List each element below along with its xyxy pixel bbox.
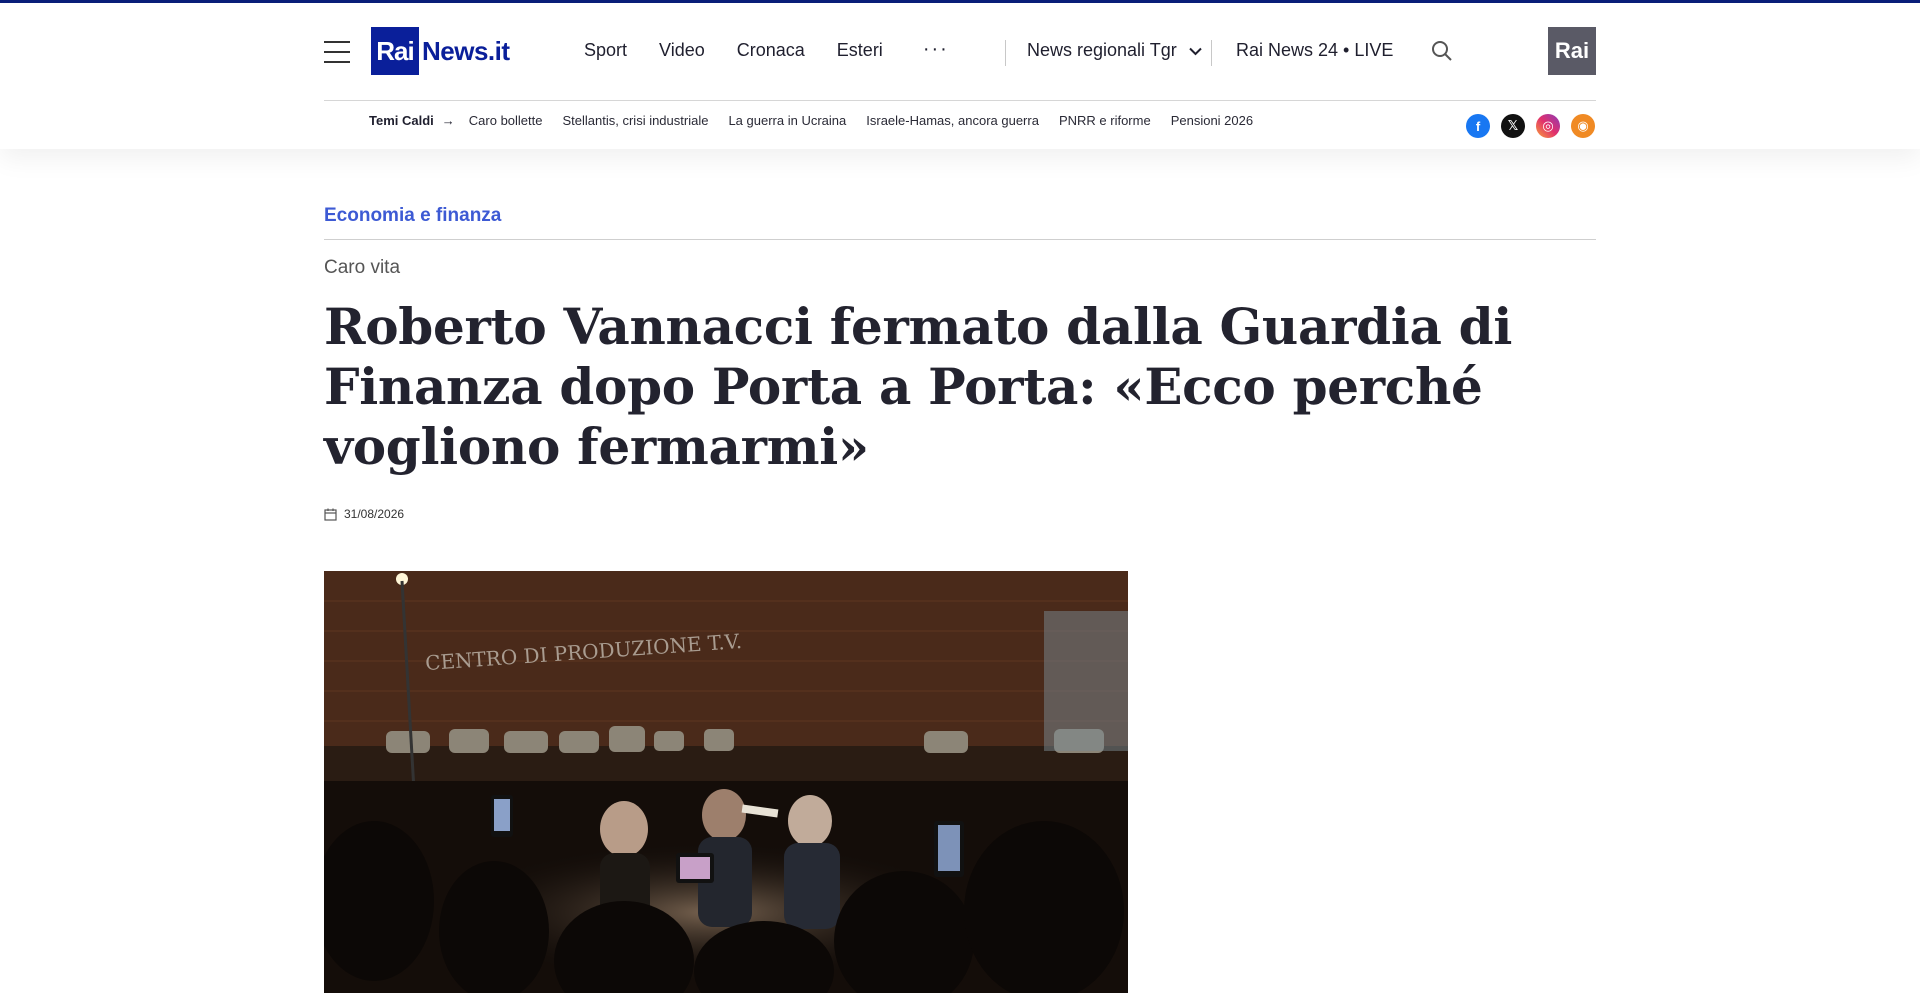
temi-item-ucraina[interactable]: La guerra in Ucraina [728,113,846,128]
temi-item-caro-bollette[interactable]: Caro bollette [469,113,543,128]
instagram-icon[interactable]: ◎ [1536,114,1560,138]
facebook-icon[interactable]: f [1466,114,1490,138]
article-kicker: Caro vita [324,257,401,278]
main-nav: Sport Video Cronaca Esteri ··· [584,39,981,61]
more-menu-icon[interactable]: ··· [923,39,949,61]
article-date: 31/08/2026 [324,507,404,521]
menu-icon[interactable] [324,39,350,65]
x-icon[interactable]: 𝕏 [1501,114,1525,138]
logo-text: News.it [422,35,510,66]
social-links: f 𝕏 ◎ ◉ [1466,114,1595,138]
nav-divider [1211,40,1212,66]
article-headline: Roberto Vannacci fermato dalla Guardia d… [324,297,1513,476]
temi-caldi-title[interactable]: Temi Caldi [369,113,434,128]
logo-mark: Rai [371,27,419,75]
article-photo[interactable]: CENTRO DI PRODUZIONE T.V. [324,571,1128,993]
regionali-label: News regionali Tgr [1027,40,1177,60]
header-divider [324,100,1596,101]
nav-divider [1005,40,1006,66]
rainews-logo[interactable]: Rai News.it [371,27,510,75]
site-header: Rai News.it Sport Video Cronaca Esteri ·… [0,3,1920,149]
temi-caldi-bar: Temi Caldi → Caro bollette Stellantis, c… [369,113,1273,128]
nav-item-esteri[interactable]: Esteri [837,40,883,61]
search-icon[interactable] [1430,39,1454,63]
nav-item-cronaca[interactable]: Cronaca [737,40,805,61]
article-date-text: 31/08/2026 [344,507,405,521]
chevron-down-icon [1189,40,1202,61]
temi-item-israele-hamas[interactable]: Israele-Hamas, ancora guerra [866,113,1039,128]
temi-item-stellantis[interactable]: Stellantis, crisi industriale [563,113,709,128]
rainews24-live-link[interactable]: Rai News 24 • LIVE [1236,40,1393,61]
nav-item-sport[interactable]: Sport [584,40,627,61]
rss-icon[interactable]: ◉ [1571,114,1595,138]
nav-item-video[interactable]: Video [659,40,705,61]
temi-item-pnrr[interactable]: PNRR e riforme [1059,113,1151,128]
temi-item-pensioni[interactable]: Pensioni 2026 [1171,113,1253,128]
calendar-icon [324,508,337,521]
regionali-dropdown[interactable]: News regionali Tgr [1027,40,1202,61]
article-category[interactable]: Economia e finanza [324,205,501,227]
category-divider [324,239,1596,240]
rai-logo[interactable]: Rai [1548,27,1596,75]
arrow-right-icon: → [441,113,455,128]
